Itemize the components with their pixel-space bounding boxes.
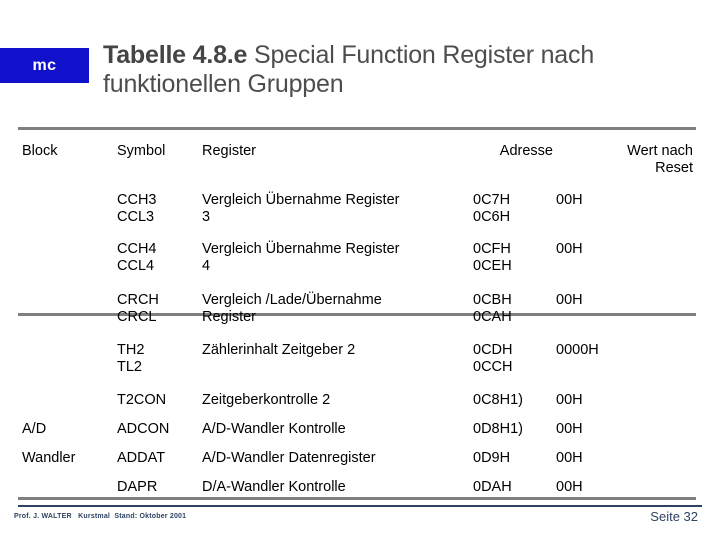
cell-address: 0CFH 0CEH (473, 241, 512, 274)
table-row: CRCH CRCL Vergleich /Lade/Übernahme Regis… (0, 292, 720, 342)
page-title-emphasis: Tabelle 4.8.e (103, 41, 248, 69)
footer-page-number: Seite 32 (650, 509, 698, 524)
cell-address: 0D9H (473, 450, 511, 466)
slide-footer: Prof. J. WALTER Kurstmal Stand: Oktober … (0, 508, 720, 540)
page-title: Tabelle 4.8.e Special Function Register … (103, 12, 703, 99)
cell-value: 00H (556, 450, 583, 466)
cell-value: 00H (556, 292, 583, 308)
column-header-register: Register (202, 143, 256, 159)
cell-value: 00H (556, 392, 583, 408)
cell-value: 00H (556, 241, 583, 257)
cell-address: 0C7H 0C6H (473, 192, 511, 225)
cell-address: 0DAH (473, 479, 512, 495)
table-row: A/D ADCON A/D-Wandler Kontrolle 0D8H1) 00H (0, 421, 720, 450)
slide-header: mc Tabelle 4.8.e Special Function Regist… (0, 0, 720, 120)
footer-accent-rule (18, 505, 702, 507)
column-header-address: Adresse (499, 143, 553, 159)
cell-register: Zeitgeberkontrolle 2 (202, 392, 331, 408)
mc-logo-label: mc (32, 56, 57, 74)
cell-symbol: TH2 TL2 (117, 342, 145, 375)
footer-credit: Prof. J. WALTER Kurstmal Stand: Oktober … (14, 513, 187, 520)
cell-block: A/D (22, 421, 47, 437)
sfr-table: Block Symbol Register Adresse Wert nach … (0, 130, 720, 495)
cell-value: 0000H (556, 342, 599, 358)
cell-symbol: ADDAT (117, 450, 166, 466)
cell-address: 0C8H1) (473, 392, 523, 408)
cell-symbol: CRCH CRCL (117, 292, 159, 325)
cell-register: Vergleich Übernahme Register 4 (202, 241, 400, 274)
cell-address: 0CDH 0CCH (473, 342, 513, 375)
cell-register: A/D-Wandler Datenregister (202, 450, 376, 466)
cell-register: Vergleich Übernahme Register 3 (202, 192, 400, 225)
column-header-value: Wert nach Reset (627, 143, 693, 176)
table-row: Wandler ADDAT A/D-Wandler Datenregister 0D9… (0, 450, 720, 479)
cell-register: D/A-Wandler Kontrolle (202, 479, 346, 495)
table-header-row: Block Symbol Register Adresse Wert nach … (0, 130, 720, 182)
cell-symbol: ADCON (117, 421, 170, 437)
column-header-block: Block (22, 143, 58, 159)
table-row: TH2 TL2 Zählerinhalt Zeitgeber 2 0CDH 0CCH… (0, 342, 720, 392)
table-row: CCH4 CCL4 Vergleich Übernahme Register 4 0… (0, 241, 720, 292)
cell-symbol: DAPR (117, 479, 158, 495)
cell-register: Zählerinhalt Zeitgeber 2 (202, 342, 356, 358)
cell-register: A/D-Wandler Kontrolle (202, 421, 346, 437)
mc-logo-badge: mc (0, 48, 89, 83)
cell-value: 00H (556, 192, 583, 208)
cell-register: Vergleich /Lade/Übernahme Register (202, 292, 382, 325)
cell-address: 0CBH 0CAH (473, 292, 512, 325)
divider-below-table (18, 497, 696, 500)
cell-value: 00H (556, 421, 583, 437)
cell-symbol: T2CON (117, 392, 167, 408)
column-header-symbol: Symbol (117, 143, 166, 159)
cell-block: Wandler (22, 450, 76, 466)
table-row: CCH3 CCL3 Vergleich Übernahme Register 3 0… (0, 192, 720, 241)
cell-symbol: CCH4 CCL4 (117, 241, 157, 274)
table-row: T2CON Zeitgeberkontrolle 2 0C8H1) 00H (0, 392, 720, 421)
cell-address: 0D8H1) (473, 421, 523, 437)
cell-symbol: CCH3 CCL3 (117, 192, 157, 225)
cell-value: 00H (556, 479, 583, 495)
